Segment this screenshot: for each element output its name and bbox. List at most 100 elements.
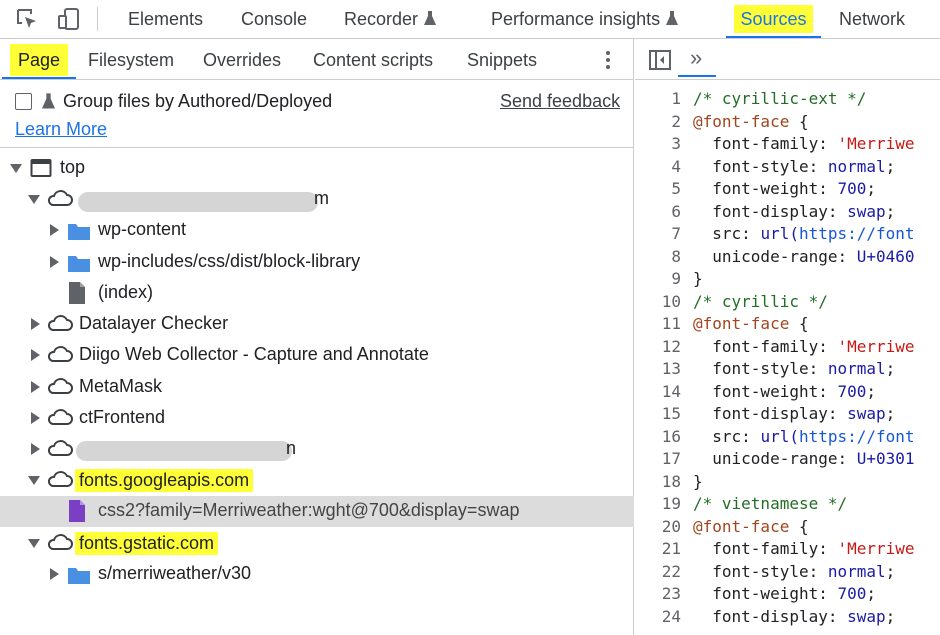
tree-item-css2-file[interactable]: css2?family=Merriweather:wght@700&displa… — [0, 496, 634, 527]
tree-item-ctfrontend[interactable]: ctFrontend — [0, 403, 634, 434]
subtab-content-scripts[interactable]: Content scripts — [313, 39, 433, 79]
code-line[interactable]: 16 src: url(https://font — [635, 426, 940, 448]
line-number: 14 — [661, 381, 681, 401]
code-text: /* vietnamese */ — [693, 494, 848, 513]
experiment-flask-icon — [424, 10, 437, 25]
tree-item-merriweather-folder[interactable]: s/merriweather/v30 — [0, 559, 634, 590]
code-line[interactable]: 8 unicode-range: U+0460 — [635, 246, 940, 268]
code-text: font-style: normal; — [712, 156, 896, 176]
cloud-icon — [47, 534, 73, 550]
code-line[interactable]: 7 src: url(https://font — [635, 223, 940, 245]
code-text: font-family: 'Merriwe — [712, 539, 915, 558]
code-line[interactable]: 24 font-display: swap; — [635, 606, 940, 628]
line-number: 20 — [661, 516, 681, 536]
tree-item-fonts-gstatic[interactable]: fonts.gstatic.com — [0, 528, 634, 559]
code-line[interactable]: 21 font-family: 'Merriwe — [635, 538, 940, 560]
code-text: font-weight: 700; — [712, 584, 877, 603]
code-text: font-style: normal; — [712, 359, 896, 378]
expand-arrow-icon[interactable] — [31, 349, 40, 361]
code-editor-panel: » 1/* cyrillic-ext */2 @font-face {3 font… — [635, 39, 940, 635]
folder-icon — [68, 256, 90, 272]
subtab-snippets[interactable]: Snippets — [467, 39, 537, 79]
tree-item-site-domain[interactable]: m — [0, 184, 634, 215]
code-line[interactable]: 23 font-weight: 700; — [635, 583, 940, 605]
tree-item-top[interactable]: top — [0, 153, 634, 184]
tree-item-datalayer-checker[interactable]: Datalayer Checker — [0, 309, 634, 340]
tab-sources[interactable]: Sources — [726, 0, 821, 38]
tab-console[interactable]: Console — [241, 0, 307, 38]
line-number: 8 — [671, 246, 681, 266]
inspect-element-icon[interactable] — [14, 6, 40, 32]
code-line[interactable]: 9} — [635, 268, 940, 290]
devtools-toolbar: Elements Console Recorder Performance in… — [0, 0, 940, 39]
cloud-icon — [47, 409, 73, 425]
tree-item-diigo[interactable]: Diigo Web Collector - Capture and Annota… — [0, 340, 634, 371]
line-number: 11 — [661, 314, 681, 333]
expand-arrow-icon[interactable] — [31, 318, 40, 330]
code-line[interactable]: 20 @font-face { — [635, 516, 940, 538]
tab-recorder[interactable]: Recorder — [344, 0, 437, 38]
tree-item-wp-includes[interactable]: wp-includes/css/dist/block-library — [0, 247, 634, 278]
code-text: } — [693, 471, 703, 491]
expand-arrow-icon[interactable] — [50, 224, 59, 236]
tree-item-fonts-googleapis[interactable]: fonts.googleapis.com — [0, 465, 634, 496]
code-line[interactable]: 1 /* cyrillic-ext */ — [635, 88, 940, 110]
code-line[interactable]: 18} — [635, 471, 940, 493]
code-line[interactable]: 5 font-weight: 700; — [635, 178, 940, 200]
expand-arrow-icon[interactable] — [28, 539, 40, 548]
code-line[interactable]: 10 /* cyrillic */ — [635, 291, 940, 313]
tab-performance-insights[interactable]: Performance insights — [491, 0, 679, 38]
code-text: unicode-range: U+0301 — [712, 449, 915, 468]
tree-item-index[interactable]: (index) — [0, 278, 634, 309]
code-line[interactable]: 11 @font-face { — [635, 313, 940, 335]
expand-arrow-icon[interactable] — [50, 568, 59, 580]
send-feedback-link[interactable]: Send feedback — [500, 91, 620, 112]
more-tabs-icon[interactable]: » — [677, 45, 717, 77]
expand-arrow-icon[interactable] — [50, 256, 59, 268]
code-line[interactable]: 6 font-display: swap; — [635, 201, 940, 223]
expand-arrow-icon[interactable] — [28, 195, 40, 204]
group-files-label: Group files by Authored/Deployed — [63, 91, 333, 111]
more-options-icon[interactable] — [600, 49, 616, 71]
code-line[interactable]: 14 font-weight: 700; — [635, 381, 940, 403]
line-number: 9 — [671, 269, 681, 288]
expand-arrow-icon[interactable] — [31, 412, 40, 424]
code-line[interactable]: 22 font-style: normal; — [635, 561, 940, 583]
code-line[interactable]: 4 font-style: normal; — [635, 156, 940, 178]
tree-item-metamask[interactable]: MetaMask — [0, 372, 634, 403]
tree-item-wp-content[interactable]: wp-content — [0, 215, 634, 246]
tree-item-redacted[interactable]: n — [0, 434, 634, 465]
line-number: 13 — [661, 359, 681, 378]
experiment-flask-icon — [666, 10, 679, 25]
learn-more-link[interactable]: Learn More — [15, 119, 107, 140]
subtab-page[interactable]: Page — [1, 39, 77, 79]
expand-arrow-icon[interactable] — [31, 443, 40, 455]
line-number: 12 — [661, 336, 681, 356]
tab-elements[interactable]: Elements — [128, 0, 203, 38]
toggle-navigator-icon[interactable] — [649, 50, 671, 70]
line-number: 23 — [661, 584, 681, 603]
code-text: font-weight: 700; — [712, 179, 877, 198]
cloud-icon — [47, 378, 73, 394]
code-line[interactable]: 3 font-family: 'Merriwe — [635, 133, 940, 155]
subtab-overrides[interactable]: Overrides — [203, 39, 281, 79]
editor-toolbar: » — [635, 39, 940, 80]
code-text: } — [693, 269, 703, 288]
expand-arrow-icon[interactable] — [10, 164, 22, 173]
code-text: font-display: swap; — [712, 201, 896, 221]
code-text: /* cyrillic-ext */ — [693, 89, 867, 108]
device-toolbar-icon[interactable] — [56, 6, 82, 32]
cloud-icon — [47, 190, 73, 206]
code-text: @font-face { — [693, 516, 809, 536]
subtab-filesystem[interactable]: Filesystem — [88, 39, 174, 79]
tab-network[interactable]: Network — [839, 0, 905, 38]
expand-arrow-icon[interactable] — [28, 476, 40, 485]
code-line[interactable]: 2 @font-face { — [635, 111, 940, 133]
code-line[interactable]: 12 font-family: 'Merriwe — [635, 336, 940, 358]
code-line[interactable]: 15 font-display: swap; — [635, 403, 940, 425]
code-line[interactable]: 17 unicode-range: U+0301 — [635, 448, 940, 470]
code-line[interactable]: 13 font-style: normal; — [635, 358, 940, 380]
code-line[interactable]: 19 /* vietnamese */ — [635, 493, 940, 515]
expand-arrow-icon[interactable] — [31, 381, 40, 393]
group-files-checkbox[interactable] — [15, 93, 32, 110]
